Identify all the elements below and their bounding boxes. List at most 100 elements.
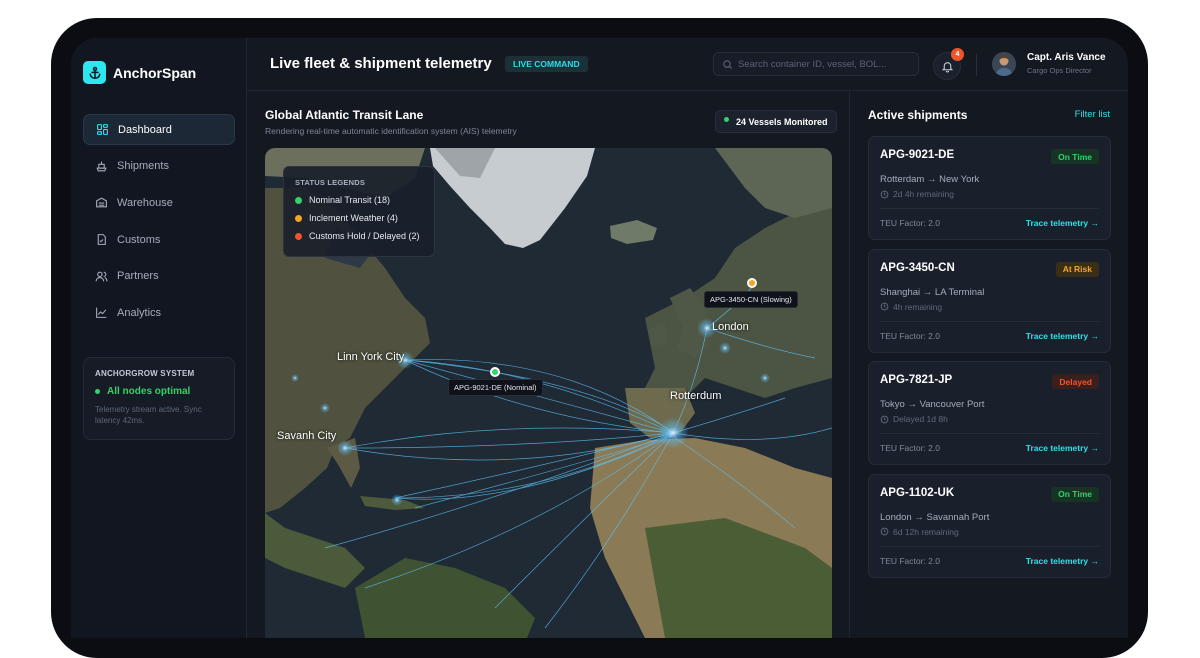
shipment-route: London → Savannah Port <box>880 511 990 523</box>
trace-telemetry-link[interactable]: Trace telemetry → <box>1026 443 1099 453</box>
active-shipments-panel: Active shipments Filter list APG-9021-DE… <box>849 91 1128 638</box>
status-legend: STATUS LEGENDS Nominal Transit (18) Incl… <box>283 166 435 257</box>
map-subtitle: Rendering real-time automatic identifica… <box>265 126 517 136</box>
shipment-route: Shanghai → LA Terminal <box>880 286 985 298</box>
legend-title: STATUS LEGENDS <box>295 178 366 187</box>
shipment-eta: 2d 4h remaining <box>880 189 954 199</box>
sidebar-item-warehouse[interactable]: Warehouse <box>83 187 235 218</box>
avatar[interactable] <box>992 52 1016 76</box>
user-role: Cargo Ops Director <box>1027 66 1092 75</box>
shipment-card[interactable]: APG-3450-CN At Risk Shanghai → LA Termin… <box>868 248 1111 353</box>
teu-factor: TEU Factor: 2.0 <box>880 218 940 228</box>
transit-map[interactable]: STATUS LEGENDS Nominal Transit (18) Incl… <box>265 148 832 638</box>
status-dot <box>95 389 100 394</box>
notification-count-badge: 4 <box>951 48 964 61</box>
search-icon <box>723 59 733 69</box>
card-divider <box>880 545 1099 547</box>
system-title: ANCHORGROW SYSTEM <box>95 369 195 378</box>
shipment-list: APG-9021-DE On Time Rotterdam → New York… <box>868 136 1111 586</box>
warehouse-icon <box>96 197 107 208</box>
trace-telemetry-link[interactable]: Trace telemetry → <box>1026 218 1099 228</box>
page-title: Live fleet & shipment telemetry <box>270 55 492 72</box>
legend-dot <box>295 196 302 204</box>
city-label-rotterdam: Rotterdum <box>670 390 722 402</box>
legend-item-nominal: Nominal Transit (18) <box>295 195 423 205</box>
trace-telemetry-link[interactable]: Trace telemetry → <box>1026 331 1099 341</box>
shipment-id: APG-7821-JP <box>880 374 953 386</box>
shipment-card[interactable]: APG-7821-JP Delayed Tokyo → Vancouver Po… <box>868 361 1111 465</box>
sidebar-item-label: Dashboard <box>118 123 172 136</box>
sidebar: AnchorSpan Dashboard Shipments Warehouse <box>71 38 247 638</box>
ship-icon <box>96 161 107 172</box>
sidebar-item-analytics[interactable]: Analytics <box>83 297 235 328</box>
clock-icon <box>880 302 889 311</box>
sidebar-nav: Dashboard Shipments Warehouse Customs Pa… <box>83 114 235 334</box>
status-badge: On Time <box>1051 486 1099 502</box>
bell-icon <box>941 61 953 72</box>
vessel-tag-apg-3450: APG-3450-CN (Slowing) <box>704 291 798 308</box>
anchor-icon <box>83 61 106 84</box>
vessel-marker-apg-9021[interactable] <box>490 367 500 377</box>
teu-factor: TEU Factor: 2.0 <box>880 330 940 341</box>
app-screen: AnchorSpan Dashboard Shipments Warehouse <box>71 38 1128 638</box>
city-label-new-york: Linn York City <box>337 351 405 363</box>
map-title: Global Atlantic Transit Lane <box>265 108 424 122</box>
city-label-london: London <box>712 321 749 333</box>
status-badge: On Time <box>1051 149 1099 164</box>
shipments-title: Active shipments <box>868 108 968 122</box>
legend-label: Inclement Weather (4) <box>309 213 398 223</box>
trace-telemetry-link[interactable]: Trace telemetry → <box>1026 556 1099 566</box>
shipment-id: APG-9021-DE <box>880 149 955 161</box>
sidebar-item-label: Analytics <box>117 306 162 319</box>
search-input[interactable] <box>738 58 913 70</box>
eta-text: Delayed 1d 8h <box>893 414 948 424</box>
legend-label: Nominal Transit (18) <box>309 195 391 205</box>
legend-label: Customs Hold / Delayed (2) <box>309 231 420 241</box>
vessel-tag-apg-9021: APG-9021-DE (Nominal) <box>448 379 543 396</box>
clock-icon <box>880 190 889 198</box>
sidebar-item-partners[interactable]: Partners <box>83 261 235 292</box>
legend-item-weather: Inclement Weather (4) <box>295 213 423 223</box>
shipment-id: APG-3450-CN <box>880 261 955 274</box>
shipment-id: APG-1102-UK <box>880 486 955 499</box>
sidebar-item-label: Customs <box>117 233 161 246</box>
card-divider <box>880 433 1099 434</box>
shipment-card[interactable]: APG-1102-UK On Time London → Savannah Po… <box>868 473 1111 578</box>
system-status: All nodes optimal <box>95 386 223 397</box>
document-check-icon <box>97 234 106 245</box>
card-divider <box>880 208 1099 209</box>
shipment-route: Tokyo → Vancouver Port <box>880 399 985 410</box>
city-label-savannah: Savanh City <box>277 430 337 442</box>
header-divider <box>976 54 977 76</box>
brand[interactable]: AnchorSpan <box>83 61 196 84</box>
search-box[interactable] <box>713 52 919 76</box>
users-icon <box>95 271 108 282</box>
live-dot <box>724 116 729 122</box>
brand-name: AnchorSpan <box>113 64 197 81</box>
sidebar-item-shipments[interactable]: Shipments <box>83 151 235 182</box>
legend-dot <box>295 214 302 222</box>
sidebar-item-label: Warehouse <box>117 196 173 209</box>
sidebar-item-label: Partners <box>117 270 159 283</box>
sidebar-item-label: Shipments <box>117 160 169 173</box>
vessels-monitored-badge: 24 Vessels Monitored <box>715 110 837 133</box>
vessel-marker-apg-3450[interactable] <box>747 278 757 288</box>
teu-factor: TEU Factor: 2.0 <box>880 443 940 453</box>
legend-dot <box>295 232 302 240</box>
filter-list-link[interactable]: Filter list <box>1075 109 1110 120</box>
status-badge: Delayed <box>1052 374 1099 389</box>
sidebar-item-customs[interactable]: Customs <box>83 224 235 255</box>
top-header: Live fleet & shipment telemetry LIVE COM… <box>247 38 1128 91</box>
user-name: Capt. Aris Vance <box>1027 52 1106 63</box>
sidebar-item-dashboard[interactable]: Dashboard <box>83 114 235 145</box>
eta-text: 6d 12h remaining <box>893 526 959 537</box>
device-frame: AnchorSpan Dashboard Shipments Warehouse <box>51 18 1148 658</box>
status-badge: At Risk <box>1055 261 1099 277</box>
shipment-card[interactable]: APG-9021-DE On Time Rotterdam → New York… <box>868 136 1111 240</box>
shipment-eta: Delayed 1d 8h <box>880 414 948 424</box>
dashboard-icon <box>97 124 108 135</box>
eta-text: 2d 4h remaining <box>893 189 954 199</box>
chart-icon <box>96 308 107 319</box>
eta-text: 4h remaining <box>893 301 943 312</box>
notifications-button[interactable]: 4 <box>933 48 964 80</box>
